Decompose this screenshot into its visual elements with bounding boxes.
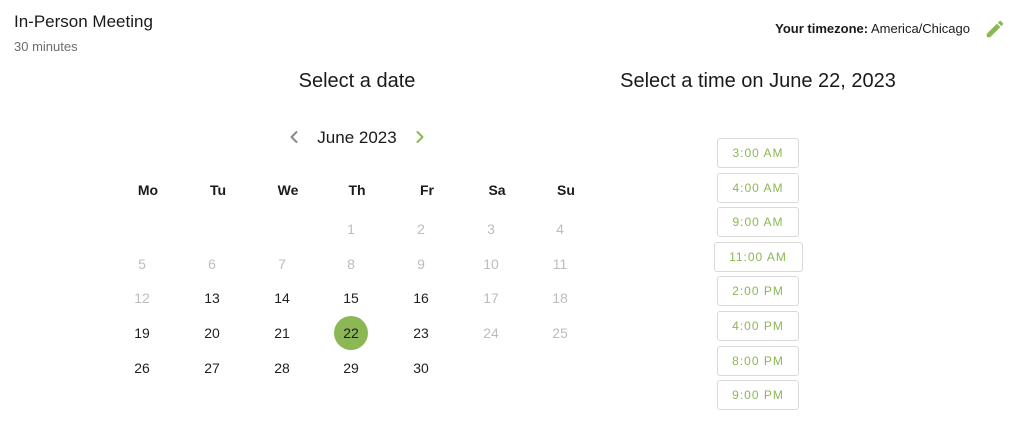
- calendar-day[interactable]: 23: [404, 316, 438, 350]
- calendar-day: 7: [278, 256, 286, 272]
- calendar-day[interactable]: 13: [195, 281, 229, 315]
- weekday-label: We: [277, 182, 299, 198]
- time-slot-button[interactable]: 4:00 PM: [717, 311, 799, 341]
- calendar-day: 3: [487, 221, 495, 237]
- calendar-day: 12: [134, 290, 150, 306]
- select-time-heading: Select a time on June 22, 2023: [620, 70, 896, 92]
- event-duration: 30 minutes: [14, 39, 78, 54]
- calendar-day[interactable]: 19: [125, 316, 159, 350]
- calendar-day: 6: [208, 256, 216, 272]
- time-slot-button[interactable]: 2:00 PM: [717, 276, 799, 307]
- calendar-day: 25: [552, 325, 568, 341]
- calendar-day[interactable]: 14: [265, 281, 299, 315]
- time-slot-button[interactable]: 8:00 PM: [717, 345, 799, 376]
- calendar-day[interactable]: 29: [334, 351, 368, 385]
- calendar-day[interactable]: 20: [195, 316, 229, 350]
- time-slot-button[interactable]: 3:00 AM: [717, 138, 799, 168]
- calendar-day-selected[interactable]: 22: [334, 316, 368, 350]
- calendar-day: 1: [347, 221, 355, 237]
- time-slot-button[interactable]: 9:00 AM: [717, 207, 799, 238]
- calendar-day[interactable]: 30: [404, 351, 438, 385]
- pencil-icon: [986, 20, 1004, 38]
- select-date-heading: Select a date: [298, 70, 416, 92]
- calendar-day[interactable]: 21: [265, 316, 299, 350]
- weekday-label: Mo: [137, 182, 159, 198]
- weekday-label: Fr: [420, 182, 434, 198]
- calendar-day[interactable]: 16: [404, 281, 438, 315]
- weekday-label: Th: [348, 182, 366, 198]
- weekday-label: Tu: [209, 182, 227, 198]
- calendar-day: 24: [483, 325, 499, 341]
- time-slot-button[interactable]: 4:00 AM: [717, 172, 799, 203]
- calendar-day: 10: [483, 256, 499, 272]
- month-label: June 2023: [317, 128, 397, 147]
- calendar-day[interactable]: 15: [334, 281, 368, 315]
- next-month-button[interactable]: [410, 127, 430, 147]
- calendar-day[interactable]: 26: [125, 351, 159, 385]
- calendar-day: 9: [417, 256, 425, 272]
- time-slot-button[interactable]: 11:00 AM: [713, 241, 803, 272]
- calendar-day: 4: [556, 221, 564, 237]
- calendar-day[interactable]: 27: [195, 351, 229, 385]
- time-slot-button[interactable]: 9:00 PM: [717, 380, 799, 411]
- event-title: In-Person Meeting: [14, 12, 153, 31]
- timezone-label: Your timezone:: [775, 21, 869, 36]
- calendar-day: 5: [138, 256, 146, 272]
- chevron-left-icon: [290, 131, 298, 143]
- calendar-day[interactable]: 28: [265, 351, 299, 385]
- calendar-day: 8: [347, 256, 355, 272]
- calendar-day: 18: [552, 290, 568, 306]
- timezone-value: America/Chicago: [871, 21, 970, 36]
- timezone-display: Your timezone: America/Chicago: [775, 21, 970, 36]
- calendar-day: 17: [483, 290, 499, 306]
- chevron-right-icon: [416, 131, 424, 143]
- edit-timezone-button[interactable]: [984, 18, 1006, 40]
- calendar-day: 11: [552, 256, 568, 272]
- weekday-label: Sa: [488, 182, 506, 198]
- prev-month-button[interactable]: [284, 127, 304, 147]
- weekday-label: Su: [557, 182, 575, 198]
- calendar-day: 2: [417, 221, 425, 237]
